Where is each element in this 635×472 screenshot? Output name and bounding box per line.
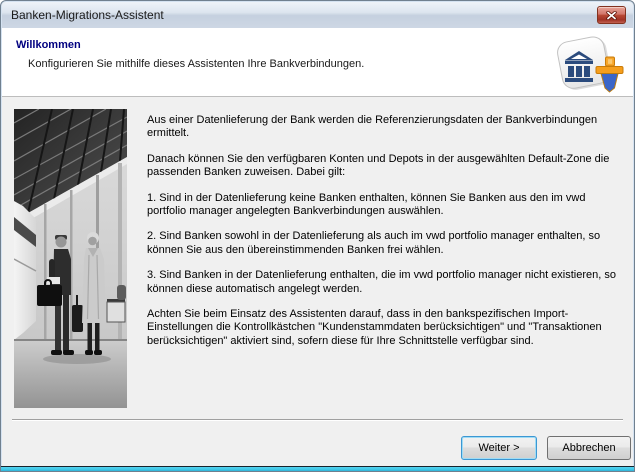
footer-separator: [12, 419, 623, 421]
page-title: Willkommen: [16, 39, 81, 51]
window-bottom-border: [1, 466, 634, 471]
title-bar[interactable]: Banken-Migrations-Assistent: [2, 2, 633, 29]
close-icon: [606, 8, 617, 23]
paragraph-overview: Danach können Sie den verfügbaren Konten…: [147, 153, 623, 180]
paragraph-note: Achten Sie beim Einsatz des Assistenten …: [147, 308, 623, 348]
page-subtitle: Konfigurieren Sie mithilfe dieses Assist…: [28, 58, 364, 70]
paragraph-rule-2: 2. Sind Banken sowohl in der Datenliefer…: [147, 230, 623, 257]
bank-person-icon: [551, 32, 625, 96]
wizard-dialog: Banken-Migrations-Assistent Willkommen K…: [0, 0, 635, 472]
paragraph-rule-3: 3. Sind Banken in der Datenlieferung ent…: [147, 269, 623, 296]
train-station-photo: [14, 109, 127, 408]
next-button[interactable]: Weiter >: [461, 436, 537, 460]
paragraph-rule-1: 1. Sind in der Datenlieferung keine Bank…: [147, 192, 623, 219]
wizard-body-text: Aus einer Datenlieferung der Bank werden…: [147, 114, 623, 360]
wizard-header: Willkommen Konfigurieren Sie mithilfe di…: [2, 28, 633, 97]
close-button[interactable]: [597, 6, 626, 24]
window-title: Banken-Migrations-Assistent: [11, 8, 164, 22]
content-area: Aus einer Datenlieferung der Bank werden…: [2, 97, 633, 467]
paragraph-intro: Aus einer Datenlieferung der Bank werden…: [147, 114, 623, 141]
cancel-button[interactable]: Abbrechen: [547, 436, 631, 460]
